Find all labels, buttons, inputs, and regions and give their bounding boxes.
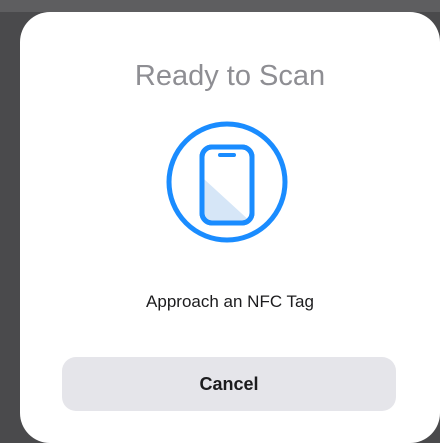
- nfc-scan-sheet: Ready to Scan Approach an NFC Tag Cancel: [20, 12, 440, 443]
- phone-scan-icon: [166, 121, 288, 243]
- sheet-title: Ready to Scan: [134, 60, 326, 92]
- cancel-button[interactable]: Cancel: [62, 357, 396, 411]
- scan-instruction: Approach an NFC Tag: [146, 292, 314, 311]
- backdrop: [0, 0, 440, 12]
